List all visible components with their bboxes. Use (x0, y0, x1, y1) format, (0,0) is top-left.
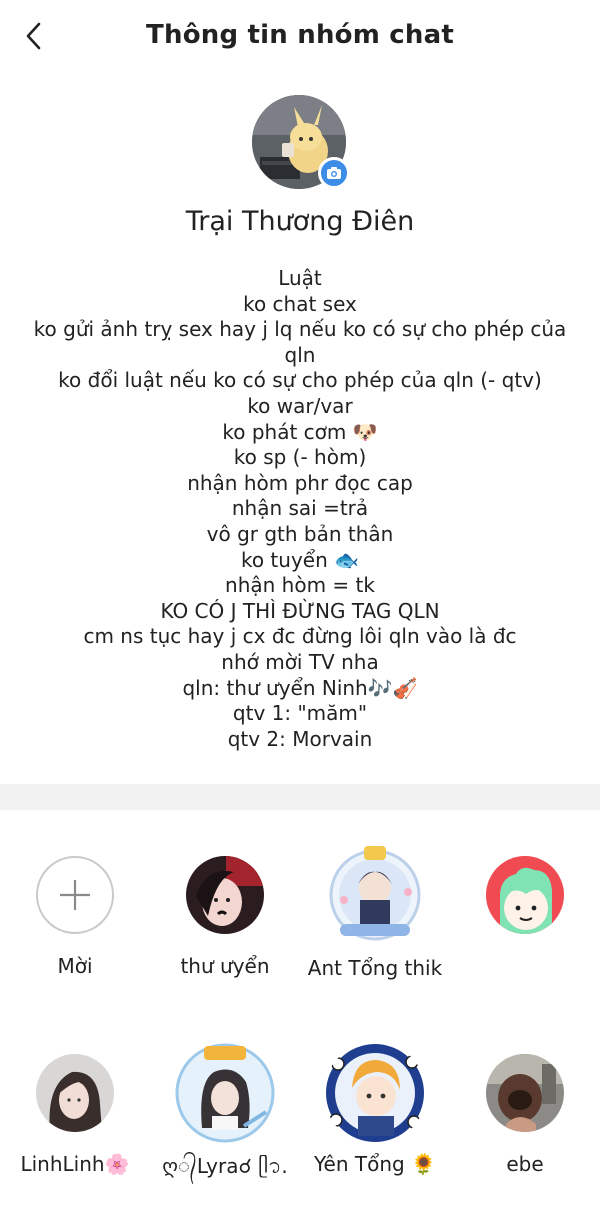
invite-avatar[interactable] (36, 856, 114, 934)
description-line: qln (284, 342, 316, 367)
description-line: nhận hòm = tk (225, 573, 375, 598)
description-line: nhận hòm phr đọc cap (187, 470, 413, 495)
description-line: ko chat sex (243, 291, 357, 316)
description-line: ko gửi ảnh trỵ sex hay j lq nếu ko có sự… (33, 317, 567, 342)
description-line: cm ns tục hay j cx đc đừng lôi qln vào l… (83, 624, 517, 649)
member-avatar-image (329, 846, 421, 941)
description-line: nhận sai =trả (231, 496, 369, 521)
member-item[interactable]: Yên Tổng 🌻 (300, 1042, 450, 1176)
description-line: qln: thư ưyển Ninh🎶🎻 (182, 675, 418, 700)
plus-icon (60, 880, 90, 910)
member-avatar-image (326, 1044, 424, 1142)
group-description: Luật ko chat sex ko gửi ảnh trỵ sex hay … (30, 266, 570, 752)
member-avatar-image (175, 1043, 275, 1143)
member-name: ebe (506, 1152, 544, 1176)
page-title: Thông tin nhóm chat (146, 20, 454, 50)
invite-label: Mời (57, 954, 93, 978)
member-item[interactable]: Ant Tổng thik (300, 840, 450, 980)
member-name: Ant Tổng thik (307, 956, 443, 980)
description-line: ko tuyển 🐟 (240, 547, 360, 572)
member-item[interactable] (450, 856, 600, 934)
description-line: ko đổi luật nếu ko có sự cho phép của ql… (58, 368, 542, 393)
description-line: KO CÓ J THÌ ĐỪNG TAG QLN (160, 598, 440, 623)
member-item[interactable]: LinhLinh🌸 (0, 1054, 150, 1176)
member-name: LinhLinh🌸 (20, 1152, 130, 1176)
section-divider (0, 784, 600, 810)
group-name[interactable]: Trại Thương Điên (0, 206, 600, 237)
member-item[interactable]: ღ᭄Lyra☌ ᥫ᭡. (150, 1042, 300, 1188)
member-avatar[interactable] (36, 1054, 114, 1132)
member-name: Yên Tổng 🌻 (314, 1152, 436, 1176)
member-avatar[interactable] (324, 1042, 426, 1144)
member-avatar[interactable] (486, 1054, 564, 1132)
description-line: qtv 2: Morvain (227, 726, 373, 751)
description-line: ko sp (- hòm) (233, 445, 367, 470)
member-avatar[interactable] (486, 856, 564, 934)
member-name: ღ᭄Lyra☌ ᥫ᭡. (162, 1154, 288, 1178)
camera-icon (327, 167, 341, 179)
member-avatar-image (36, 1054, 114, 1132)
description-line: qtv 1: "măm" (232, 701, 368, 726)
description-line: nhớ mời TV nha (221, 649, 379, 674)
member-avatar-image (486, 1054, 564, 1132)
description-line: ko war/var (247, 393, 353, 418)
member-avatar[interactable] (174, 1042, 276, 1144)
change-avatar-button[interactable] (318, 157, 350, 189)
member-item[interactable]: ebe (450, 1054, 600, 1176)
member-avatar-image (486, 856, 564, 934)
description-line: ko phát cơm 🐶 (222, 419, 378, 444)
member-name: thư ưyển (180, 954, 270, 978)
invite-member-button[interactable]: Mời (0, 856, 150, 978)
group-avatar-container[interactable] (252, 95, 350, 191)
top-bar: Thông tin nhóm chat (0, 0, 600, 74)
member-avatar[interactable] (186, 856, 264, 934)
description-line: vô gr gth bản thân (206, 521, 394, 546)
member-avatar[interactable] (320, 840, 430, 950)
description-line: Luật (278, 266, 322, 290)
member-item[interactable]: thư ưyển (150, 856, 300, 978)
member-avatar-image (186, 856, 264, 934)
